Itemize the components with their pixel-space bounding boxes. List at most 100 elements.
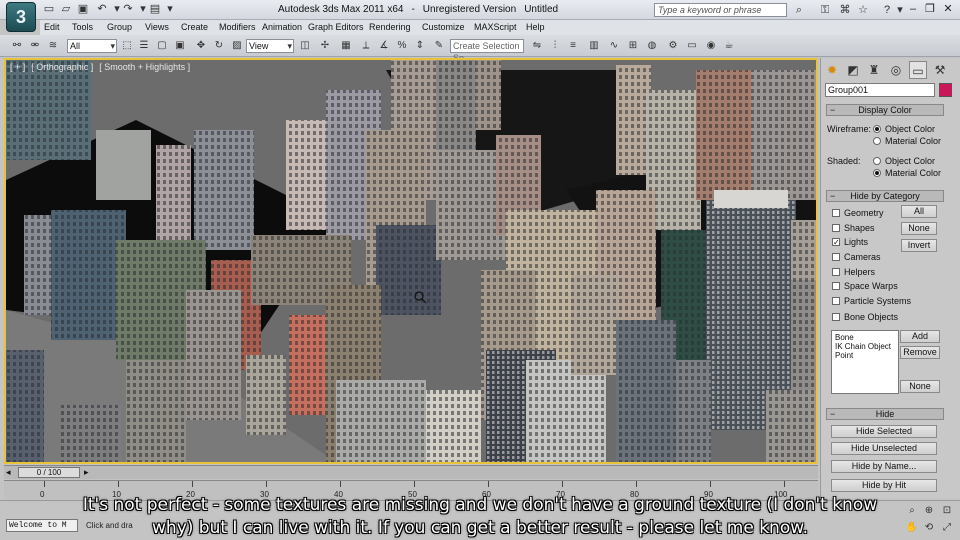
viewport-menu-label[interactable]: [ + ] [10,62,25,72]
select-and-move-icon[interactable]: ✥ [194,39,208,53]
undo-icon[interactable]: ↶ [95,3,109,16]
render-iterative-icon[interactable]: ☕ [722,39,736,53]
slider-prev-icon[interactable]: ◂ [6,467,11,478]
menu-tools[interactable]: Tools [72,22,93,32]
slider-next-icon[interactable]: ▸ [84,467,89,478]
none-list-button[interactable]: None [900,380,940,393]
search-input[interactable]: Type a keyword or phrase [654,3,787,17]
cameras-checkbox[interactable] [832,253,840,261]
graphite-toggle-icon[interactable]: ▥ [587,39,601,53]
perspective-viewport[interactable]: [ + ] [ Orthographic ] [ Smooth + Highligh… [4,58,818,464]
search-binoculars-icon[interactable]: ⌕ [792,3,806,17]
menu-maxscript[interactable]: MAXScript [474,22,517,32]
time-slider[interactable]: 0 / 100 [18,467,80,478]
percent-snap-icon[interactable]: % [395,39,409,53]
new-file-icon[interactable]: ▭ [42,3,56,16]
viewport-shading-label[interactable]: [ Smooth + Highlights ] [99,62,190,72]
menu-customize[interactable]: Customize [422,22,465,32]
list-item[interactable]: Point [835,351,895,360]
help-icon[interactable]: ? [880,3,894,17]
app-menu-button[interactable]: 3 [6,2,36,32]
menu-animation[interactable]: Animation [262,22,302,32]
helpers-checkbox[interactable] [832,268,840,276]
menu-modifiers[interactable]: Modifiers [219,22,256,32]
edit-named-selection-icon[interactable]: ✎ [432,39,446,53]
invert-button[interactable]: Invert [901,239,937,252]
reference-coordinate-dropdown[interactable]: View [246,39,294,53]
hierarchy-tab-icon[interactable]: ♜ [865,61,883,79]
angle-snap-icon[interactable]: ∡ [377,39,391,53]
display-color-rollout[interactable]: Display Color [826,104,944,116]
project-folder-icon[interactable]: ▤ [148,3,162,16]
viewport-pov-label[interactable]: [ Orthographic ] [31,62,93,72]
category-list[interactable]: Bone IK Chain Object Point [831,330,899,394]
menu-create[interactable]: Create [181,22,208,32]
named-selection-set-input[interactable]: Create Selection Se [450,39,524,63]
lights-checkbox[interactable]: ✓ [832,238,840,247]
remove-button[interactable]: Remove [900,346,940,359]
hide-by-category-rollout[interactable]: Hide by Category [826,190,944,202]
object-name-field[interactable]: Group001 [825,83,935,97]
favorites-star-icon[interactable]: ☆ [856,3,870,17]
shaded-object-color-radio[interactable] [873,157,881,165]
rendered-frame-window-icon[interactable]: ▭ [685,39,699,53]
select-object-icon[interactable]: ⬚ [120,39,134,53]
unlink-icon[interactable]: ⚮ [28,39,42,53]
open-file-icon[interactable]: ▱ [59,3,73,16]
bind-space-warp-icon[interactable]: ≋ [46,39,60,53]
communication-center-icon[interactable]: ⌘ [838,3,852,17]
hide-by-name-button[interactable]: Hide by Name... [831,460,937,473]
list-item[interactable]: IK Chain Object [835,342,895,351]
menu-graph-editors[interactable]: Graph Editors [308,22,364,32]
motion-tab-icon[interactable]: ◎ [887,61,905,79]
geometry-checkbox[interactable] [832,209,840,217]
menu-help[interactable]: Help [526,22,545,32]
selection-region-icon[interactable]: ▢ [155,39,169,53]
select-and-rotate-icon[interactable]: ↻ [212,39,226,53]
hide-selected-button[interactable]: Hide Selected [831,425,937,438]
keyboard-shortcut-override-icon[interactable]: ▦ [339,39,353,53]
mirror-icon[interactable]: ⇋ [530,39,544,53]
subscription-icon[interactable]: ⚿ [818,3,832,17]
snaps-toggle-icon[interactable]: ⟂ [359,39,373,53]
menu-group[interactable]: Group [107,22,132,32]
create-tab-icon[interactable]: ✸ [823,61,841,79]
save-file-icon[interactable]: ▣ [76,3,90,16]
menu-views[interactable]: Views [145,22,169,32]
modify-tab-icon[interactable]: ◩ [844,61,862,79]
quick-access-dropdown-icon[interactable]: ▾ [163,3,177,16]
select-and-link-icon[interactable]: ⚯ [10,39,24,53]
select-by-name-icon[interactable]: ☰ [137,39,151,53]
render-setup-icon[interactable]: ⚙ [666,39,680,53]
shapes-checkbox[interactable] [832,224,840,232]
none-button[interactable]: None [901,222,937,235]
hide-unselected-button[interactable]: Hide Unselected [831,442,937,455]
wireframe-object-color-radio[interactable] [873,125,881,133]
space-warps-checkbox[interactable] [832,282,840,290]
add-button[interactable]: Add [900,330,940,343]
menu-edit[interactable]: Edit [44,22,60,32]
align-icon[interactable]: ⫶ [548,39,562,53]
hide-rollout[interactable]: Hide [826,408,944,420]
wireframe-material-color-radio[interactable] [873,137,881,145]
layer-manager-icon[interactable]: ≡ [566,39,580,53]
bone-objects-checkbox[interactable] [832,313,840,321]
shaded-material-color-radio[interactable] [873,169,881,177]
selection-filter-dropdown[interactable]: All [67,39,117,53]
redo-icon[interactable]: ↷ [121,3,135,16]
pivot-center-icon[interactable]: ◫ [298,39,312,53]
material-editor-icon[interactable]: ◍ [645,39,659,53]
list-item[interactable]: Bone [835,333,895,342]
utilities-tab-icon[interactable]: ⚒ [931,61,949,79]
display-tab-icon[interactable]: ▭ [909,61,927,79]
spinner-snap-icon[interactable]: ⇕ [413,39,427,53]
restore-icon[interactable]: ❐ [922,2,938,16]
window-crossing-icon[interactable]: ▣ [173,39,187,53]
object-color-swatch[interactable] [939,83,952,97]
particle-systems-checkbox[interactable] [832,297,840,305]
curve-editor-icon[interactable]: ∿ [607,39,621,53]
all-button[interactable]: All [901,205,937,218]
menu-rendering[interactable]: Rendering [369,22,411,32]
render-production-icon[interactable]: ◉ [704,39,718,53]
select-and-scale-icon[interactable]: ▨ [230,39,244,53]
